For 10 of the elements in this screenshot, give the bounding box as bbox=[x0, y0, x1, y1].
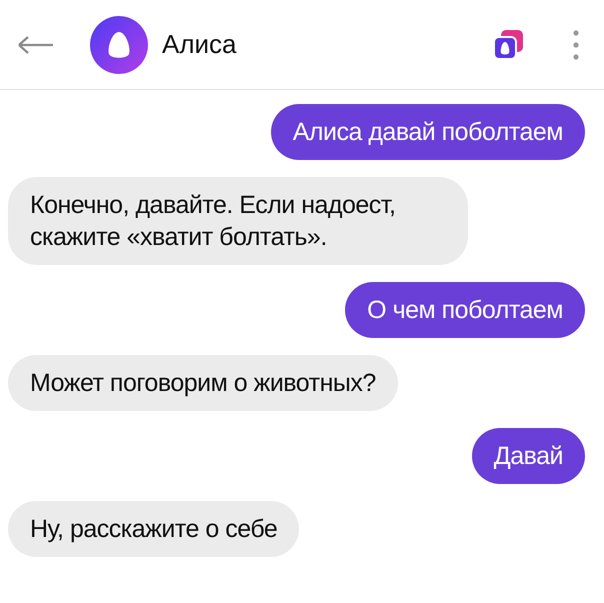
logo-icon bbox=[90, 16, 148, 74]
back-arrow-icon bbox=[17, 34, 55, 54]
more-icon bbox=[573, 30, 579, 60]
message-bubble: Алиса давай поболтаем bbox=[270, 104, 585, 160]
message-bubble: Может поговорим о животных? bbox=[8, 355, 398, 411]
message-bubble: Конечно, давайте. Если надоест, скажите «хватит болтать». bbox=[8, 177, 468, 265]
message-bubble: О чем поболтаем bbox=[345, 282, 585, 338]
chat-title: Алиса bbox=[162, 28, 236, 61]
message-bubble: Давай bbox=[472, 428, 585, 484]
message-bubble: Ну, расскажите о себе bbox=[8, 501, 300, 557]
